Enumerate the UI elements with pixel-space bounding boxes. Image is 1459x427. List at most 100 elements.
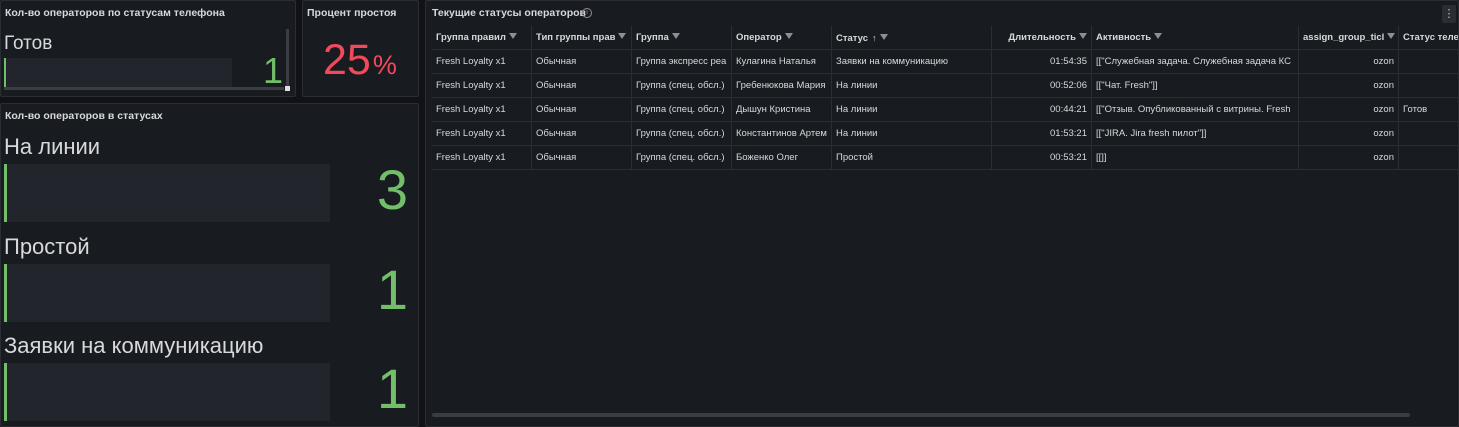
table-cell: 01:54:35 <box>992 50 1092 74</box>
table-cell: [[]] <box>1092 146 1299 170</box>
table-cell: 00:44:21 <box>992 98 1092 122</box>
table-cell: ozon <box>1299 74 1399 98</box>
table-cell: Fresh Loyalty x1 <box>432 146 532 170</box>
table-cell: 00:53:21 <box>992 146 1092 170</box>
table-cell: ozon <box>1299 98 1399 122</box>
table-cell: 01:53:21 <box>992 122 1092 146</box>
column-header[interactable]: Активность <box>1092 26 1299 50</box>
info-icon[interactable]: i <box>582 8 592 18</box>
vertical-scrollbar[interactable] <box>286 29 289 87</box>
stat-value: 1 <box>376 258 408 321</box>
stat-value: 1 <box>376 357 408 420</box>
operator-table-panel: Текущие статусы операторов i ⋮ Группа пр… <box>425 0 1459 427</box>
filter-icon[interactable] <box>1154 33 1163 40</box>
operators-table: Группа правил Тип группы прав Группа Опе… <box>432 26 1459 170</box>
table-cell: 00:52:06 <box>992 74 1092 98</box>
table-cell: На линии <box>832 122 992 146</box>
table-row[interactable]: Fresh Loyalty x1 Обычная Группа (спец. о… <box>432 74 1458 98</box>
phone-status-panel: Кол-во операторов по статусам телефона Г… <box>0 0 296 97</box>
stat-label: Простой <box>4 234 90 259</box>
table-cell: Обычная <box>532 50 632 74</box>
stat-value: 3 <box>376 158 408 221</box>
table-cell: ozon <box>1299 146 1399 170</box>
column-label: Длительность <box>1008 32 1076 43</box>
column-header[interactable]: Оператор <box>732 26 832 50</box>
percent-number: 25 <box>323 36 371 84</box>
table-cell: Fresh Loyalty x1 <box>432 122 532 146</box>
table-cell: На линии <box>832 98 992 122</box>
filter-icon[interactable] <box>879 34 888 41</box>
table-cell: Боженко Олег <box>732 146 832 170</box>
operator-status-panel: Кол-во операторов в статусах На линии 3 … <box>0 103 419 427</box>
stat-bar-fill <box>4 164 7 222</box>
column-header[interactable]: Длительность <box>992 26 1092 50</box>
stat-label: Готов <box>4 33 53 54</box>
table-cell: Готов <box>1403 104 1428 115</box>
column-header[interactable]: Тип группы прав <box>532 26 632 50</box>
kebab-menu-icon[interactable]: ⋮ <box>1442 5 1456 23</box>
table-cell: Группа (спец. обсл.) <box>632 98 732 122</box>
filter-icon[interactable] <box>618 33 627 40</box>
sort-ascending-icon[interactable]: ↑ <box>872 26 877 50</box>
table-cell: Fresh Loyalty x1 <box>432 74 532 98</box>
table-cell <box>1399 122 1458 146</box>
column-label: Группа правил <box>436 32 506 43</box>
table-cell: Обычная <box>532 146 632 170</box>
percent-unit: % <box>372 50 397 80</box>
panel-title: Кол-во операторов в статусах <box>5 110 163 122</box>
column-label: Статус теле <box>1403 32 1459 43</box>
stat-bar-fill <box>4 58 6 87</box>
stat-bar <box>4 164 330 222</box>
column-header[interactable]: Группа <box>632 26 732 50</box>
table-row[interactable]: Fresh Loyalty x1 Обычная Группа (спец. о… <box>432 146 1458 170</box>
table-cell: ozon <box>1299 50 1399 74</box>
table-cell: Группа (спец. обсл.) <box>632 122 732 146</box>
column-label: assign_group_ticl <box>1303 32 1385 43</box>
table-cell: Заявки на коммуникацию <box>832 50 992 74</box>
table-cell: Дышун Кристина <box>732 98 832 122</box>
table-cell <box>1399 146 1458 170</box>
table-cell: [["Чат. Fresh"]] <box>1092 74 1299 98</box>
column-header[interactable]: Группа правил <box>432 26 532 50</box>
stat-label: Заявки на коммуникацию <box>4 333 264 358</box>
table-cell: На линии <box>832 74 992 98</box>
table-cell: [["JIRA. Jira fresh пилот"]] <box>1092 122 1299 146</box>
stat-bar-fill <box>4 264 7 322</box>
column-label: Оператор <box>736 32 782 43</box>
stat-value: 1 <box>262 50 283 91</box>
filter-icon[interactable] <box>1079 33 1087 40</box>
column-label: Группа <box>636 32 669 43</box>
table-cell <box>1399 50 1458 74</box>
stat-bar-fill <box>4 363 7 421</box>
idle-percent-value: 25% <box>323 39 397 82</box>
panel-title: Процент простоя <box>307 7 397 19</box>
horizontal-scrollbar[interactable] <box>4 87 284 90</box>
column-header[interactable]: Статус теле <box>1399 26 1459 50</box>
column-header[interactable]: Статус ↑ <box>832 26 992 50</box>
filter-icon[interactable] <box>784 33 793 40</box>
table-cell <box>1399 74 1458 98</box>
filter-icon[interactable] <box>508 33 517 40</box>
table-cell: Обычная <box>532 74 632 98</box>
table-cell: Группа (спец. обсл.) <box>632 146 732 170</box>
table-row[interactable]: Fresh Loyalty x1 Обычная Группа экспресс… <box>432 50 1458 74</box>
panel-title: Кол-во операторов по статусам телефона <box>5 7 225 19</box>
table-cell: Простой <box>832 146 992 170</box>
table-cell: [["Отзыв. Опубликованный с витрины. Fres… <box>1092 98 1299 122</box>
horizontal-scrollbar[interactable] <box>432 413 1410 417</box>
table-cell: ozon <box>1299 122 1399 146</box>
stat-label: На линии <box>4 134 101 159</box>
table-cell: Обычная <box>532 122 632 146</box>
table-cell: Гребенюкова Мария <box>732 74 832 98</box>
resize-handle[interactable] <box>285 86 290 91</box>
filter-icon[interactable] <box>1387 33 1396 40</box>
stat-bar <box>4 58 232 87</box>
column-header[interactable]: assign_group_ticl <box>1299 26 1399 50</box>
table-cell: Кулагина Наталья <box>732 50 832 74</box>
table-cell: Константинов Артем <box>732 122 832 146</box>
table-cell: Fresh Loyalty x1 <box>432 50 532 74</box>
table-cell: Группа экспресс реа <box>632 50 732 74</box>
filter-icon[interactable] <box>671 33 680 40</box>
table-row[interactable]: Fresh Loyalty x1 Обычная Группа (спец. о… <box>432 98 1458 122</box>
table-row[interactable]: Fresh Loyalty x1 Обычная Группа (спец. о… <box>432 122 1458 146</box>
